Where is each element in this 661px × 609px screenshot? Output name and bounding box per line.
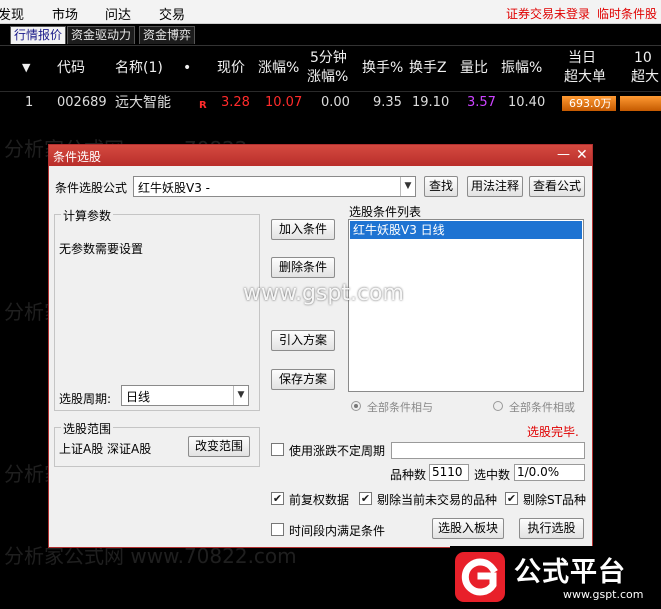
radio-all-or-label[interactable]: 全部条件相或	[509, 399, 575, 415]
col-next-line1[interactable]: 10	[634, 49, 652, 67]
find-button[interactable]: 查找	[424, 176, 458, 197]
dialog-title: 条件选股	[53, 150, 102, 164]
col-5min-line1[interactable]: 5分钟	[310, 49, 347, 67]
variety-count-label: 品种数	[390, 468, 427, 482]
next-col-bar	[620, 96, 661, 111]
row-name: 远大智能	[115, 95, 171, 111]
chevron-down-icon[interactable]: ▼	[233, 386, 248, 405]
col-code[interactable]: 代码	[57, 59, 85, 77]
minimize-icon[interactable]: —	[557, 147, 570, 162]
exclude-untraded-label[interactable]: 剔除当前未交易的品种	[377, 491, 497, 508]
col-dot[interactable]: •	[183, 59, 191, 77]
usage-notes-button[interactable]: 用法注释	[467, 176, 523, 197]
range-text: 上证A股 深证A股	[59, 442, 152, 456]
params-group: 计算参数 无参数需要设置 选股周期: 日线 ▼	[54, 207, 260, 411]
col-next-line2[interactable]: 超大	[631, 68, 659, 86]
params-text: 无参数需要设置	[59, 242, 144, 256]
row-turnover: 9.35	[373, 95, 402, 110]
pre-adjust-checkbox[interactable]: ✔	[271, 492, 284, 505]
variable-period-field[interactable]	[391, 442, 585, 459]
status-text: 选股完毕.	[527, 425, 579, 439]
import-plan-button[interactable]: 引入方案	[271, 330, 335, 351]
logo-text: 公式平台	[514, 557, 626, 588]
trade-login-status[interactable]: 证券交易未登录	[506, 5, 590, 22]
period-value: 日线	[126, 390, 151, 404]
dialog-title-bar[interactable]: 条件选股 — ✕	[49, 145, 592, 166]
radio-all-and[interactable]	[351, 401, 361, 411]
site-watermark: www.gspt.com	[243, 281, 404, 306]
tab-quotes[interactable]: 行情报价	[10, 26, 67, 44]
formula-label: 条件选股公式	[55, 181, 128, 195]
row-index: 1	[25, 95, 34, 110]
formula-value: 红牛妖股V3 -	[138, 181, 210, 195]
quote-grid-header: ▼ 代码 名称(1) • 现价 涨幅% 5分钟 涨幅% 换手% 换手Z 量比 振…	[0, 45, 661, 91]
quote-tabs: 行情报价 资金驱动力 资金博弈	[0, 24, 661, 45]
execute-button[interactable]: 执行选股	[519, 518, 584, 539]
col-5min-line2[interactable]: 涨幅%	[307, 68, 348, 86]
exclude-untraded-checkbox[interactable]: ✔	[359, 492, 372, 505]
col-name[interactable]: 名称(1)	[115, 59, 163, 77]
formula-select[interactable]: 红牛妖股V3 - ▼	[133, 176, 416, 197]
add-condition-button[interactable]: 加入条件	[271, 219, 335, 240]
row-5min: 0.00	[321, 95, 350, 110]
period-select[interactable]: 日线 ▼	[121, 385, 249, 406]
logo-url: www.gspt.com	[563, 588, 644, 601]
col-super-large-line1[interactable]: 当日	[568, 49, 596, 67]
col-turnover-z[interactable]: 换手Z	[409, 59, 447, 77]
delete-condition-button[interactable]: 删除条件	[271, 257, 335, 278]
gspt-logo-icon	[455, 552, 505, 602]
menu-wenda[interactable]: 问达	[105, 4, 131, 23]
temp-condition-stock-link[interactable]: 临时条件股	[597, 5, 657, 22]
row-price: 3.28	[221, 95, 250, 110]
row-amplitude: 10.40	[508, 95, 546, 110]
gspt-logo: 公式平台 www.gspt.com	[450, 546, 661, 609]
params-group-title: 计算参数	[61, 207, 114, 224]
change-range-button[interactable]: 改变范围	[188, 436, 250, 457]
list-item[interactable]: 红牛妖股V3 日线	[350, 221, 582, 239]
variable-period-label[interactable]: 使用涨跌不定周期	[289, 442, 385, 459]
period-label: 选股周期:	[59, 392, 112, 406]
col-volume-ratio[interactable]: 量比	[460, 59, 488, 77]
row-volume-ratio: 3.57	[467, 95, 496, 110]
sort-down-icon[interactable]: ▼	[22, 59, 30, 77]
row-flag: R	[199, 100, 207, 111]
radio-all-and-label[interactable]: 全部条件相与	[367, 399, 433, 415]
time-range-label[interactable]: 时间段内满足条件	[289, 522, 385, 539]
range-group-title: 选股范围	[61, 420, 114, 437]
top-menu-bar: 发现 市场 问达 交易 证券交易未登录 临时条件股	[0, 0, 661, 24]
time-range-checkbox[interactable]	[271, 523, 284, 536]
chevron-down-icon[interactable]: ▼	[400, 177, 415, 196]
col-change-pct[interactable]: 涨幅%	[258, 59, 299, 77]
row-change-pct: 10.07	[265, 95, 303, 110]
variable-period-checkbox[interactable]	[271, 443, 284, 456]
condition-list-label: 选股条件列表	[349, 205, 422, 219]
selected-value: 1/0.0%	[514, 464, 585, 481]
exclude-st-checkbox[interactable]: ✔	[505, 492, 518, 505]
col-super-large-line2[interactable]: 超大单	[564, 68, 606, 86]
col-turnover[interactable]: 换手%	[362, 59, 403, 77]
variety-count: 5110	[429, 464, 469, 481]
row-code: 002689	[57, 95, 107, 110]
table-row[interactable]: 1 002689 远大智能 R 3.28 10.07 0.00 9.35 19.…	[0, 91, 661, 113]
radio-all-or[interactable]	[493, 401, 503, 411]
tab-fund-drive[interactable]: 资金驱动力	[67, 26, 136, 44]
selected-label: 选中数	[474, 468, 511, 482]
row-super-large: 693.0万	[569, 97, 612, 110]
range-group: 选股范围 上证A股 深证A股 改变范围	[54, 420, 260, 467]
to-block-button[interactable]: 选股入板块	[432, 518, 504, 539]
col-amplitude[interactable]: 振幅%	[501, 59, 542, 77]
condition-stock-dialog: 条件选股 — ✕ 条件选股公式 红牛妖股V3 - ▼ 查找 用法注释 查看公式 …	[48, 144, 593, 548]
row-turnover-z: 19.10	[412, 95, 450, 110]
menu-discover[interactable]: 发现	[0, 4, 24, 23]
close-icon[interactable]: ✕	[576, 147, 588, 163]
save-plan-button[interactable]: 保存方案	[271, 369, 335, 390]
menu-trade[interactable]: 交易	[159, 4, 185, 23]
menu-market[interactable]: 市场	[52, 4, 78, 23]
exclude-st-label[interactable]: 剔除ST品种	[523, 491, 586, 508]
tab-fund-game[interactable]: 资金博弈	[139, 26, 196, 44]
col-price[interactable]: 现价	[217, 59, 245, 77]
view-formula-button[interactable]: 查看公式	[529, 176, 585, 197]
pre-adjust-label[interactable]: 前复权数据	[289, 491, 349, 508]
